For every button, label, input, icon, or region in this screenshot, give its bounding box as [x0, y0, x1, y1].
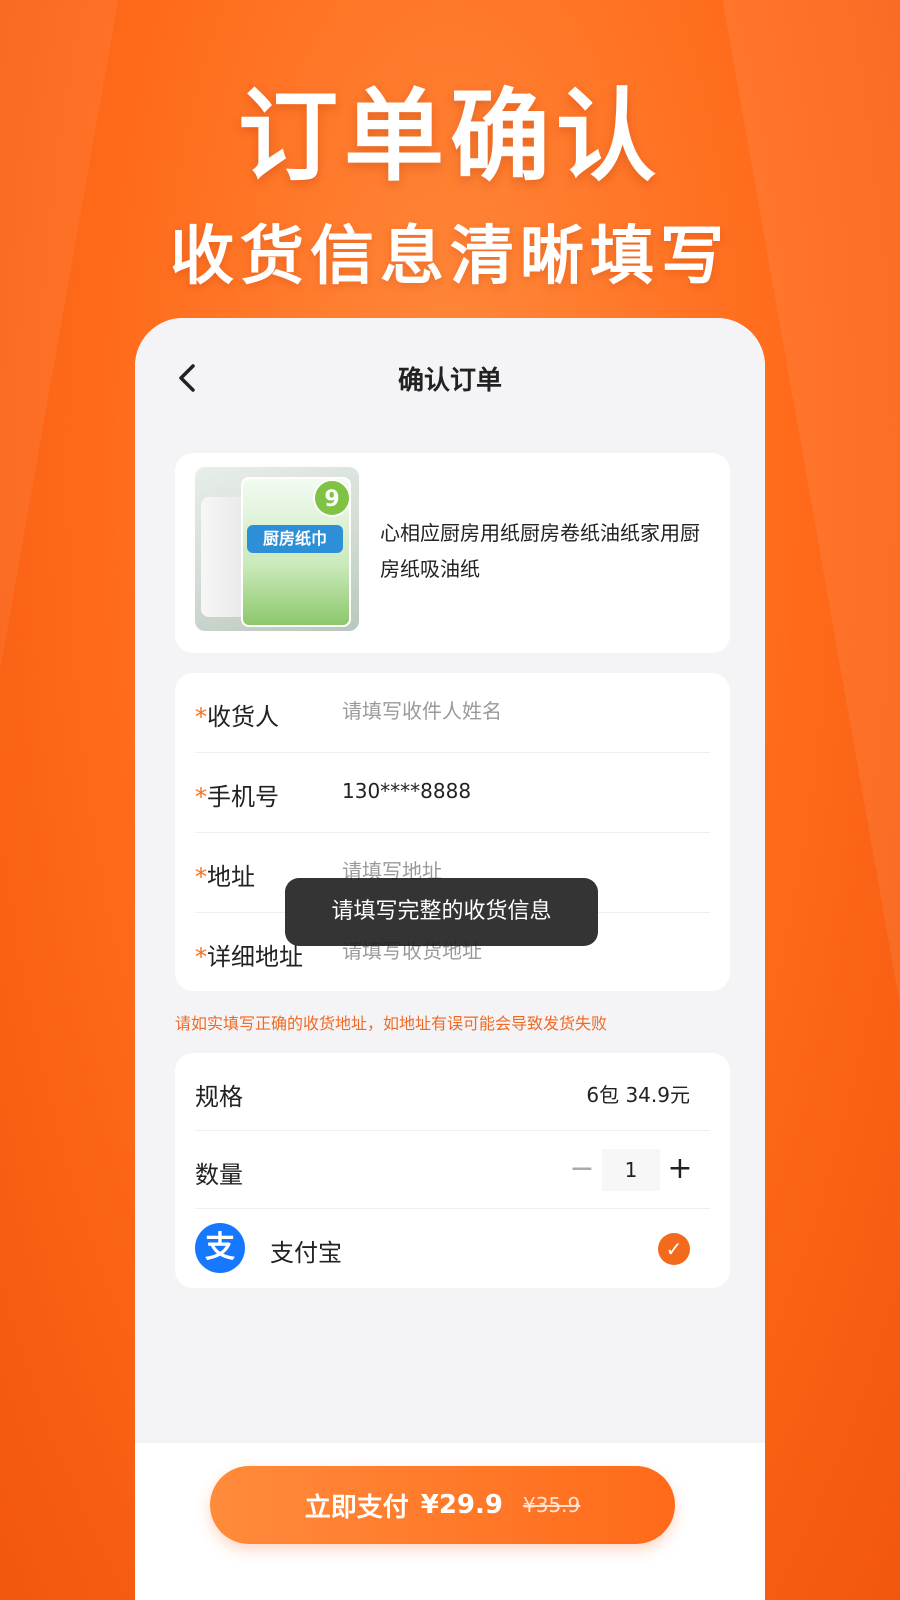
alipay-icon: 支	[195, 1223, 245, 1273]
increment-button[interactable]: +	[660, 1149, 700, 1191]
original-price: ¥35.9	[523, 1493, 581, 1517]
hero-subtitle: 收货信息清晰填写	[170, 220, 730, 294]
quantity-row: 数量 − 1 +	[195, 1131, 710, 1209]
required-mark: *	[195, 943, 207, 971]
quantity-value[interactable]: 1	[602, 1149, 660, 1191]
phone-row: *手机号	[195, 753, 710, 833]
hero-title: 订单确认	[238, 78, 662, 195]
product-name: 心相应厨房用纸厨房卷纸油纸家用厨房纸吸油纸	[380, 521, 700, 581]
receiver-label-text: 收货人	[207, 703, 279, 731]
decrement-button[interactable]: −	[562, 1149, 602, 1191]
receiver-input[interactable]	[342, 689, 702, 733]
product-image: 厨房纸巾 9	[195, 467, 359, 631]
product-card[interactable]: 厨房纸巾 9 心相应厨房用纸厨房卷纸油纸家用厨房纸吸油纸	[175, 453, 730, 653]
phone-label: *手机号	[195, 777, 279, 812]
toast-message: 请填写完整的收货信息	[285, 878, 598, 946]
address-label: *地址	[195, 857, 255, 892]
phone-screen: 确认订单 厨房纸巾 9 心相应厨房用纸厨房卷纸油纸家用厨房纸吸油纸 *收货人 *…	[135, 318, 765, 1600]
spec-value: 6包 34.9元	[586, 1083, 690, 1107]
order-options-card: 规格 6包 34.9元 数量 − 1 + 支 支付宝 ✓	[175, 1053, 730, 1288]
quantity-label: 数量	[195, 1161, 243, 1189]
required-mark: *	[195, 783, 207, 811]
detail-address-label: *详细地址	[195, 937, 303, 972]
payment-method-label: 支付宝	[270, 1239, 342, 1267]
count-badge: 9	[313, 479, 351, 517]
pay-button-label: 立即支付	[304, 1492, 409, 1523]
pay-now-button[interactable]: 立即支付 ¥29.9 ¥35.9	[210, 1466, 675, 1544]
pay-price: ¥29.9	[420, 1490, 503, 1520]
nav-bar: 确认订单	[135, 318, 765, 443]
page-title: 确认订单	[397, 366, 502, 396]
quantity-stepper: − 1 +	[562, 1149, 700, 1191]
receiver-label: *收货人	[195, 697, 279, 732]
address-warning: 请如实填写正确的收货地址，如地址有误可能会导致发货失败	[175, 1014, 608, 1033]
check-icon[interactable]: ✓	[658, 1233, 690, 1265]
phone-input[interactable]	[342, 769, 702, 813]
payment-method-row[interactable]: 支 支付宝 ✓	[195, 1209, 710, 1287]
phone-label-text: 手机号	[207, 783, 279, 811]
required-mark: *	[195, 703, 207, 731]
detail-address-label-text: 详细地址	[207, 943, 303, 971]
package-label: 厨房纸巾	[247, 525, 343, 553]
required-mark: *	[195, 863, 207, 891]
receiver-row: *收货人	[195, 673, 710, 753]
spec-label: 规格	[195, 1083, 243, 1111]
address-label-text: 地址	[207, 863, 255, 891]
spec-row[interactable]: 规格 6包 34.9元	[195, 1053, 710, 1131]
